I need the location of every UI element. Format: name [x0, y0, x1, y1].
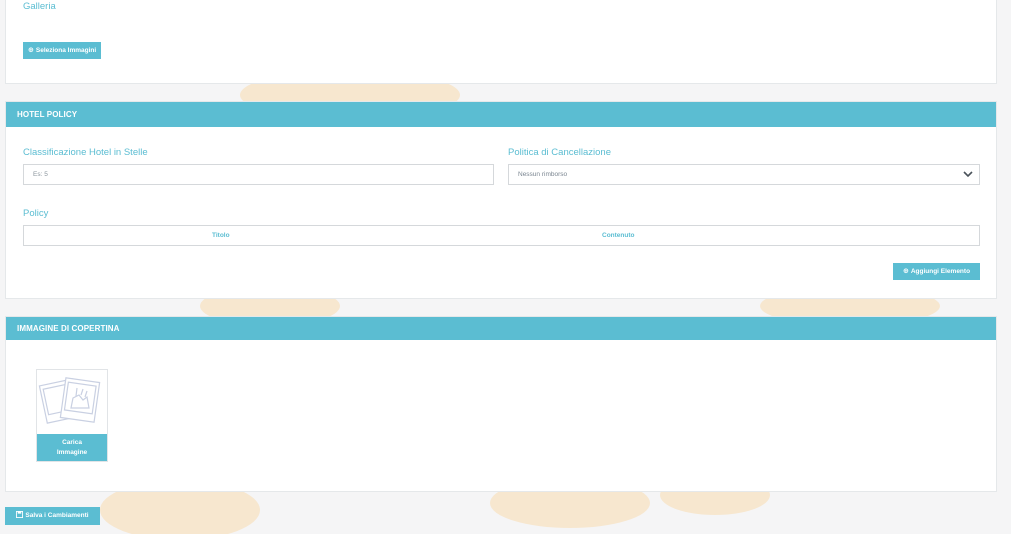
policy-table-header: Titolo Contenuto	[23, 225, 980, 246]
stars-label: Classificazione Hotel in Stelle	[23, 147, 148, 158]
policy-label: Policy	[23, 208, 49, 219]
gallery-label: Galleria	[23, 1, 56, 12]
plus-circle-icon: ⊕	[902, 268, 909, 275]
cover-image-upload[interactable]: Carica Immagine	[36, 369, 108, 462]
column-header-titolo: Titolo	[212, 232, 230, 239]
column-header-contenuto: Contenuto	[602, 232, 635, 239]
save-icon	[16, 511, 24, 518]
hotel-policy-panel: HOTEL POLICY Classificazione Hotel in St…	[5, 101, 997, 299]
save-changes-label: Salva i Cambiamenti	[25, 512, 89, 519]
cancellation-value: Nessun rimborso	[518, 171, 568, 178]
chevron-down-icon	[963, 171, 973, 178]
gallery-panel: Galleria ⊕ Seleziona Immagini	[5, 0, 997, 84]
stars-input[interactable]	[23, 164, 494, 185]
cancellation-select[interactable]: Nessun rimborso	[508, 164, 980, 185]
add-element-label: Aggiungi Elemento	[910, 268, 971, 275]
plus-circle-icon: ⊕	[28, 47, 34, 54]
select-images-label: Seleziona Immagini	[35, 47, 97, 54]
image-placeholder-icon	[38, 377, 101, 424]
select-images-button[interactable]: ⊕ Seleziona Immagini	[23, 42, 102, 59]
add-element-button[interactable]: ⊕ Aggiungi Elemento	[893, 263, 980, 280]
cancellation-label: Politica di Cancellazione	[508, 147, 611, 158]
cover-image-header: IMMAGINE DI COPERTINA	[6, 317, 996, 340]
hotel-policy-header: HOTEL POLICY	[6, 102, 996, 127]
cover-image-panel: IMMAGINE DI COPERTINA Carica Immagine	[5, 316, 997, 492]
upload-image-label: Carica Immagine	[37, 434, 107, 461]
save-changes-button[interactable]: Salva i Cambiamenti	[5, 507, 100, 525]
